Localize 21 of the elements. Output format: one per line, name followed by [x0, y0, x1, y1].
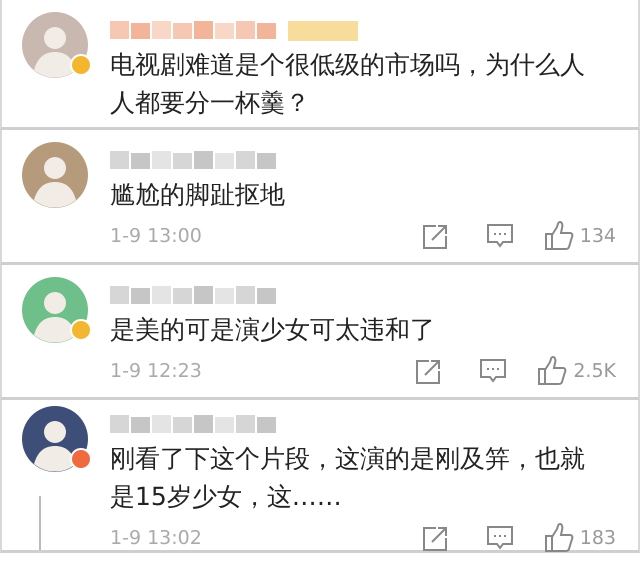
like-count: 134	[580, 224, 616, 249]
comment-text: 尴尬的脚趾抠地	[110, 179, 286, 211]
thumbs-up-icon[interactable]	[544, 523, 574, 553]
like-count: 2.5K	[573, 358, 616, 384]
comment-time: 1-9 12:23	[110, 358, 202, 384]
thumbs-up-icon[interactable]	[537, 356, 568, 386]
like-count: 183	[580, 526, 616, 551]
thumbs-up-icon[interactable]	[544, 221, 574, 251]
comment-text: 刚看了下这个片段，这演的是刚及笄，也就是15岁少女，这……	[110, 443, 586, 513]
comment-time: 1-9 13:02	[110, 526, 202, 551]
comment-time: 1-9 13:00	[110, 224, 202, 249]
comment-icon[interactable]	[486, 524, 514, 552]
comment-text: 电视剧难道是个很低级的市场吗，为什么人人都要分一杯羹？	[110, 49, 586, 119]
pixelated-username[interactable]	[110, 20, 360, 41]
comment-icon[interactable]	[479, 357, 508, 386]
share-icon[interactable]	[422, 224, 448, 250]
avatar[interactable]	[22, 406, 88, 472]
share-icon[interactable]	[415, 358, 442, 385]
comment-icon[interactable]	[486, 222, 514, 250]
share-icon[interactable]	[422, 526, 448, 552]
comment-text: 是美的可是演少女可太违和了	[110, 314, 436, 346]
